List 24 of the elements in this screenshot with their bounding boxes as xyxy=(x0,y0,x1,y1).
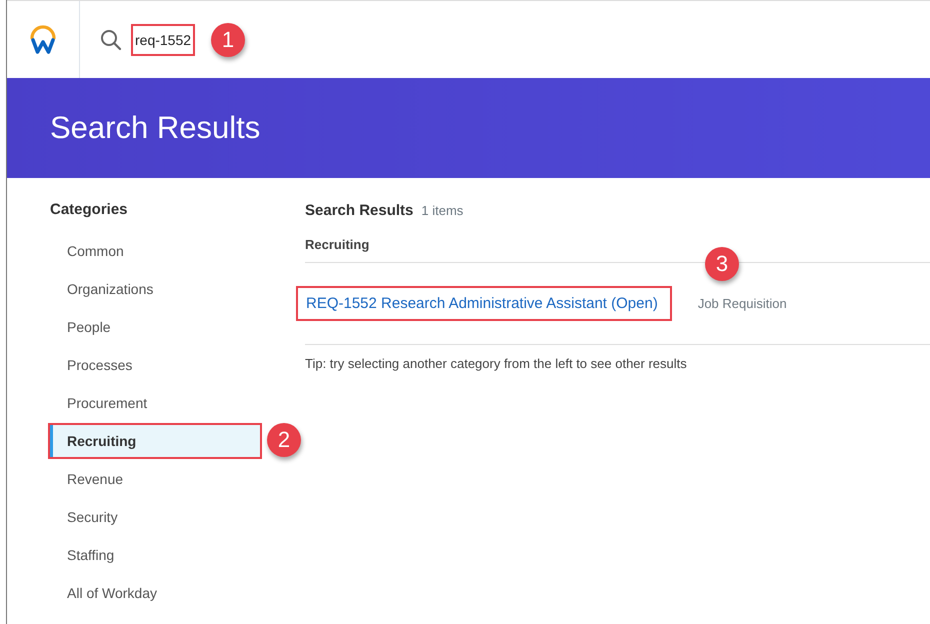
result-type: Job Requisition xyxy=(698,296,787,311)
categories-heading: Categories xyxy=(50,201,129,218)
category-item[interactable]: Security xyxy=(48,499,262,535)
page-title: Search Results xyxy=(50,110,260,146)
category-item[interactable]: People xyxy=(48,309,262,345)
search-field[interactable]: req-1552 xyxy=(131,24,195,56)
callout-badge: 3 xyxy=(705,247,739,281)
category-item[interactable]: Organizations xyxy=(48,271,262,307)
category-item[interactable]: Revenue xyxy=(48,461,262,497)
category-item[interactable]: Processes xyxy=(48,347,262,383)
results-count: 1 items xyxy=(421,203,464,218)
category-item[interactable]: All of Workday xyxy=(48,575,262,611)
callout-badge: 1 xyxy=(211,22,245,56)
tip-text: Tip: try selecting another category from the left to see other results xyxy=(305,356,688,371)
logo-icon xyxy=(28,24,58,54)
category-item[interactable]: Common xyxy=(48,233,262,269)
category-item[interactable]: Procurement xyxy=(48,385,262,421)
category-item[interactable]: Recruiting xyxy=(48,423,262,459)
group-heading: Recruiting xyxy=(305,237,370,252)
results-heading: Search Results xyxy=(305,202,414,219)
result-link[interactable]: REQ-1552 Research Administrative Assistant (Open) xyxy=(296,286,672,321)
callout-badge: 2 xyxy=(267,423,301,457)
category-item[interactable]: Staffing xyxy=(48,537,262,573)
search-icon[interactable] xyxy=(100,28,122,50)
